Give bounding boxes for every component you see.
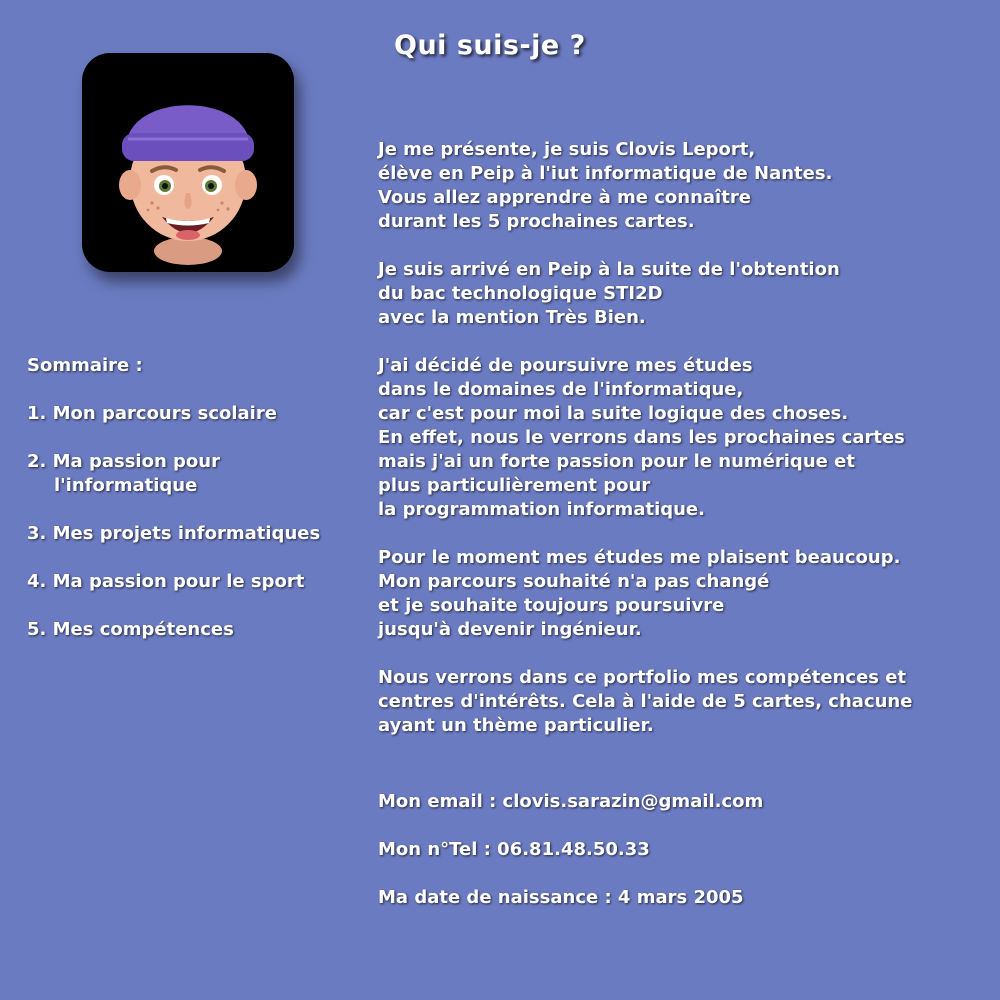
paragraph-line: la programmation informatique.: [378, 499, 705, 520]
summary-item-2-continued: l'informatique: [54, 475, 198, 496]
paragraph-line: jusqu'à devenir ingénieur.: [378, 619, 642, 640]
paragraph-line: du bac technologique STI2D: [378, 283, 663, 304]
paragraph-line: Vous allez apprendre à me connaître: [378, 187, 751, 208]
paragraph-line: dans le domaines de l'informatique,: [378, 379, 744, 400]
avatar: [82, 53, 294, 272]
paragraph-line: et je souhaite toujours poursuivre: [378, 595, 725, 616]
paragraph-line: durant les 5 prochaines cartes.: [378, 211, 695, 232]
summary-item-4: 4. Ma passion pour le sport: [27, 571, 305, 592]
paragraph-studies: J'ai décidé de poursuivre mes études dan…: [378, 354, 912, 522]
paragraph-line: En effet, nous le verrons dans les proch…: [378, 427, 905, 448]
paragraph-line: Mon parcours souhaité n'a pas changé: [378, 571, 770, 592]
presentation-text: Je me présente, je suis Clovis Leport, é…: [378, 138, 912, 910]
memoji-avatar-icon: [119, 105, 257, 265]
paragraph-line: élève en Peip à l'iut informatique de Na…: [378, 163, 833, 184]
paragraph-line: mais j'ai un forte passion pour le numér…: [378, 451, 855, 472]
paragraph-portfolio: Nous verrons dans ce portfolio mes compé…: [378, 666, 912, 738]
paragraph-line: centres d'intérêts. Cela à l'aide de 5 c…: [378, 691, 913, 712]
contact-phone: Mon n°Tel : 06.81.48.50.33: [378, 839, 650, 860]
paragraph-line: ayant un thème particulier.: [378, 715, 654, 736]
paragraph-line: car c'est pour moi la suite logique des …: [378, 403, 849, 424]
paragraph-bac: Je suis arrivé en Peip à la suite de l'o…: [378, 258, 912, 330]
paragraph-line: Je me présente, je suis Clovis Leport,: [378, 139, 756, 160]
summary-item-5: 5. Mes compétences: [27, 619, 234, 640]
summary-item-2: 2. Ma passion pour: [27, 451, 220, 472]
paragraph-line: Je suis arrivé en Peip à la suite de l'o…: [378, 259, 840, 280]
summary-heading: Sommaire :: [27, 355, 143, 376]
summary-item-3: 3. Mes projets informatiques: [27, 523, 321, 544]
paragraph-line: Pour le moment mes études me plaisent be…: [378, 547, 901, 568]
paragraph-line: Nous verrons dans ce portfolio mes compé…: [378, 667, 907, 688]
summary: Sommaire : 1. Mon parcours scolaire 2. M…: [27, 354, 320, 642]
paragraph-line: plus particulièrement pour: [378, 475, 651, 496]
paragraph-line: avec la mention Très Bien.: [378, 307, 646, 328]
paragraph-intro: Je me présente, je suis Clovis Leport, é…: [378, 138, 912, 234]
paragraph-goals: Pour le moment mes études me plaisent be…: [378, 546, 912, 642]
contact-email: Mon email : clovis.sarazin@gmail.com: [378, 791, 764, 812]
contact-birthdate: Ma date de naissance : 4 mars 2005: [378, 887, 744, 908]
page-title: Qui suis-je ?: [394, 30, 586, 61]
summary-item-1: 1. Mon parcours scolaire: [27, 403, 277, 424]
paragraph-line: J'ai décidé de poursuivre mes études: [378, 355, 753, 376]
